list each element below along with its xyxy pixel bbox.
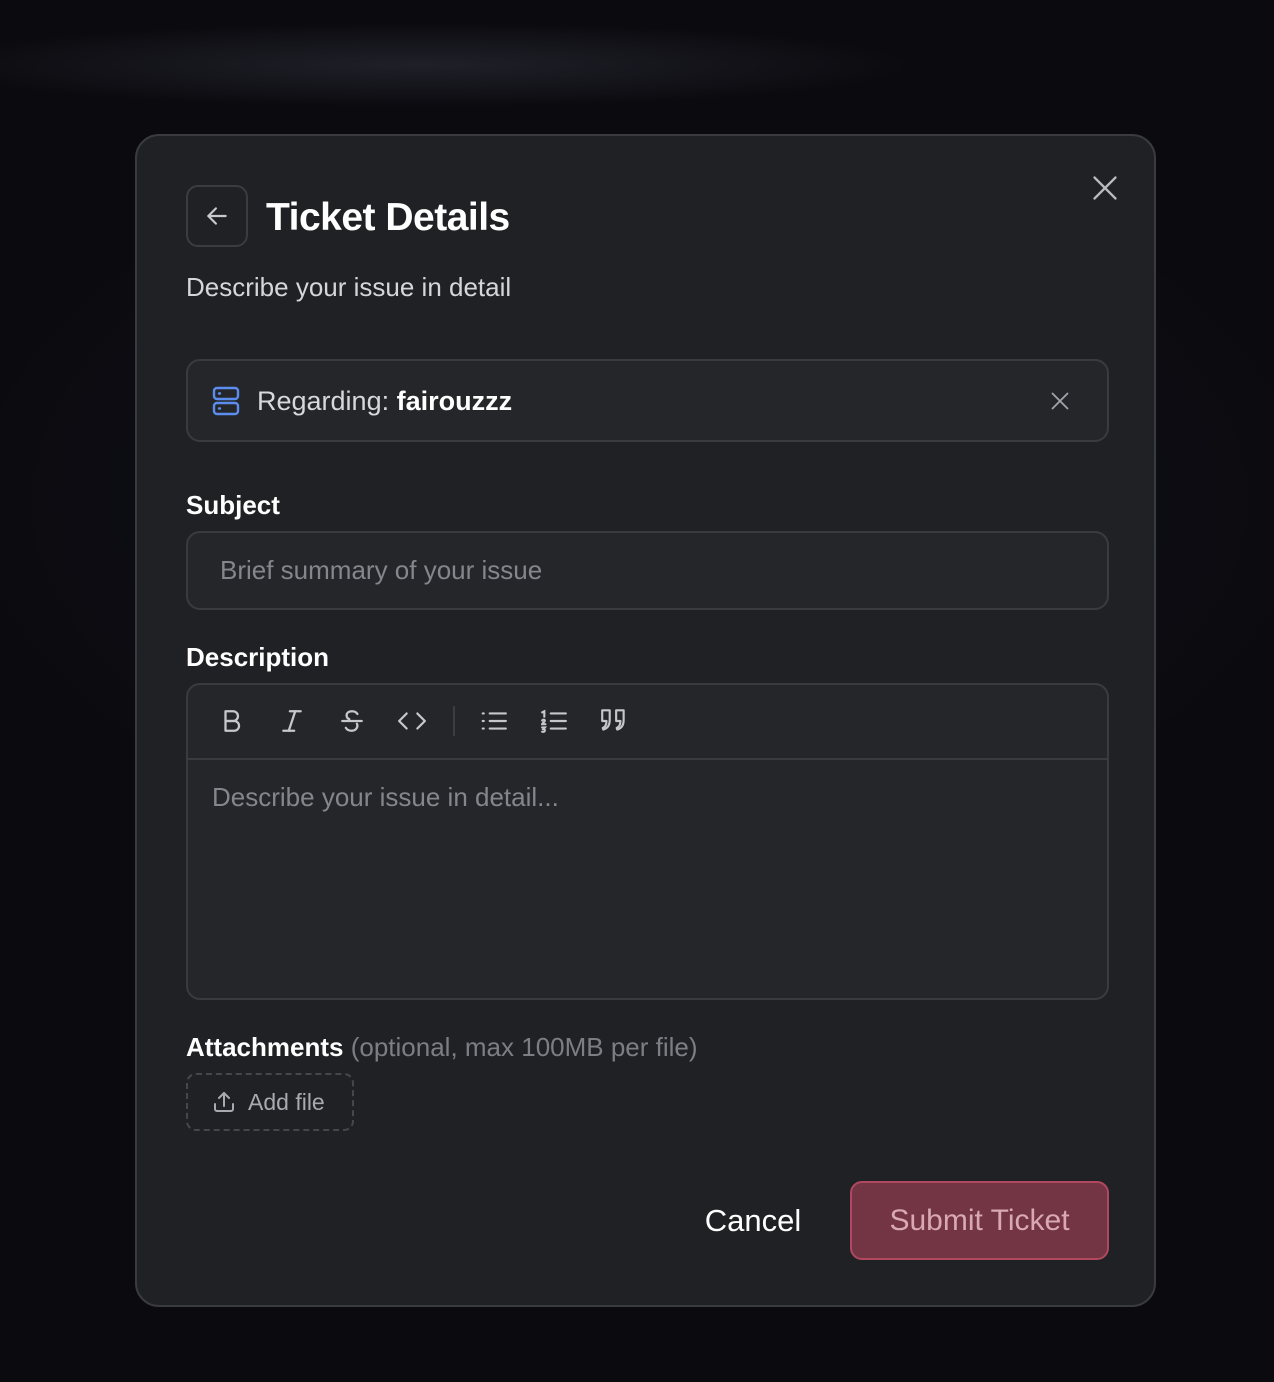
dialog-title: Ticket Details bbox=[266, 196, 510, 239]
bold-button[interactable] bbox=[214, 703, 250, 739]
attachments-title: Attachments bbox=[186, 1032, 344, 1062]
regarding-value: fairouzzz bbox=[396, 386, 513, 416]
italic-button[interactable] bbox=[274, 703, 310, 739]
bullet-list-icon bbox=[481, 712, 507, 730]
ticket-details-dialog: Ticket Details Describe your issue in de… bbox=[135, 134, 1156, 1307]
subject-input[interactable] bbox=[186, 531, 1109, 610]
close-button[interactable] bbox=[1085, 168, 1125, 208]
add-file-label: Add file bbox=[248, 1088, 325, 1115]
arrow-left-icon bbox=[207, 207, 227, 225]
upload-icon bbox=[214, 1092, 234, 1112]
strikethrough-icon bbox=[341, 710, 363, 732]
description-editor: Describe your issue in detail... bbox=[186, 683, 1109, 1000]
quote-button[interactable] bbox=[596, 703, 632, 739]
submit-ticket-button[interactable]: Submit Ticket bbox=[850, 1181, 1109, 1260]
italic-icon bbox=[282, 710, 302, 732]
back-button[interactable] bbox=[186, 185, 248, 247]
regarding-prefix: Regarding: bbox=[257, 386, 390, 416]
regarding-chip: Regarding: fairouzzz bbox=[186, 359, 1109, 442]
quote-icon bbox=[601, 709, 625, 731]
code-button[interactable] bbox=[394, 703, 430, 739]
ordered-list-button[interactable] bbox=[536, 703, 572, 739]
editor-toolbar bbox=[188, 685, 1107, 760]
attachments-hint: (optional, max 100MB per file) bbox=[350, 1032, 698, 1062]
add-file-button[interactable]: Add file bbox=[186, 1073, 354, 1131]
close-icon bbox=[1051, 392, 1069, 410]
subject-label: Subject bbox=[186, 490, 280, 520]
server-icon bbox=[212, 386, 240, 416]
strikethrough-button[interactable] bbox=[334, 703, 370, 739]
bold-icon bbox=[224, 710, 241, 732]
close-icon bbox=[1093, 176, 1117, 200]
bullet-list-button[interactable] bbox=[476, 703, 512, 739]
regarding-clear-button[interactable] bbox=[1044, 385, 1076, 417]
description-textarea[interactable]: Describe your issue in detail... bbox=[188, 760, 1107, 998]
description-label: Description bbox=[186, 642, 330, 672]
regarding-text: Regarding: fairouzzz bbox=[257, 383, 512, 419]
attachments-label: Attachments (optional, max 100MB per fil… bbox=[186, 1030, 698, 1064]
dialog-subtitle: Describe your issue in detail bbox=[186, 272, 512, 302]
ordered-list-icon bbox=[541, 709, 567, 733]
code-icon bbox=[398, 712, 426, 730]
toolbar-divider bbox=[453, 706, 455, 736]
cancel-button[interactable]: Cancel bbox=[690, 1181, 816, 1261]
description-placeholder: Describe your issue in detail... bbox=[212, 782, 559, 812]
